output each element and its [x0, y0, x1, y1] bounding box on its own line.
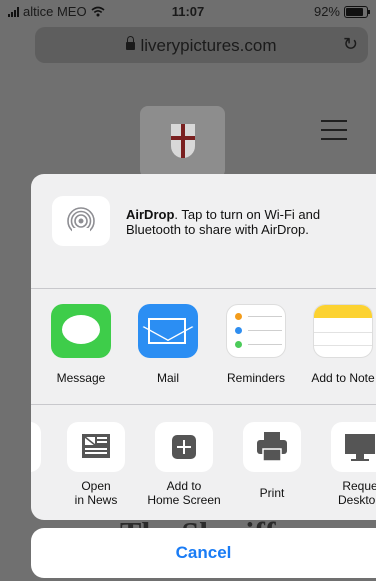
share-apps-row: Message Mail Reminders Add to Note	[31, 289, 376, 404]
mail-icon	[138, 304, 198, 358]
news-icon	[67, 422, 125, 472]
action-label-line1: Print	[259, 486, 285, 500]
share-app-reminders[interactable]: Reminders	[216, 304, 296, 385]
share-app-mail[interactable]: Mail	[128, 304, 208, 385]
app-label: Add to Note	[311, 371, 375, 385]
status-bar: altice MEO 11:07 92%	[0, 0, 376, 22]
action-label: Open in News	[56, 479, 136, 507]
partial-action-icon[interactable]	[31, 422, 41, 472]
app-label: Reminders	[226, 371, 286, 385]
share-app-message[interactable]: Message	[41, 304, 121, 385]
print-icon	[243, 422, 301, 472]
battery-fill	[346, 7, 363, 16]
action-label: Print	[232, 486, 312, 500]
action-request-desktop[interactable]: RequeDesktop	[320, 422, 376, 507]
url-bar[interactable]: liverypictures.com ↻	[35, 27, 368, 63]
action-open-in-news[interactable]: Open in News	[56, 422, 136, 507]
action-label-line2: Home Screen	[147, 493, 221, 507]
action-label-line2: in News	[74, 493, 118, 507]
url-domain: liverypictures.com	[140, 36, 277, 55]
battery-percent: 92%	[313, 4, 340, 19]
share-sheet: AirDrop. Tap to turn on Wi-Fi and Blueto…	[31, 174, 376, 520]
shield-icon	[171, 124, 195, 158]
action-label: Add to Home Screen	[144, 479, 224, 507]
action-label-line1: Add to	[166, 479, 202, 493]
action-label-line2: Desktop	[337, 493, 376, 507]
airdrop-text: AirDrop. Tap to turn on Wi-Fi and Blueto…	[126, 207, 351, 237]
message-icon	[51, 304, 111, 358]
crest-logo	[140, 106, 225, 178]
app-label: Message	[56, 371, 106, 385]
app-label: Mail	[156, 371, 179, 385]
status-right: 92%	[313, 4, 370, 19]
action-print[interactable]: Print	[232, 422, 312, 500]
airdrop-row[interactable]: AirDrop. Tap to turn on Wi-Fi and Blueto…	[31, 174, 376, 288]
cancel-button[interactable]: Cancel	[31, 528, 376, 578]
share-actions-row: Open in News Add to Home Screen Print Re…	[31, 405, 376, 520]
action-label-line1: Reque	[342, 479, 376, 493]
action-label: RequeDesktop	[320, 479, 376, 507]
reminders-icon	[226, 304, 286, 358]
airdrop-title: AirDrop	[126, 207, 175, 222]
desktop-icon	[331, 422, 376, 472]
battery-icon	[344, 5, 370, 18]
airdrop-icon	[52, 196, 110, 246]
hamburger-menu-icon[interactable]	[321, 120, 347, 147]
share-app-notes[interactable]: Add to Note	[303, 304, 376, 385]
add-icon	[155, 422, 213, 472]
action-add-to-home-screen[interactable]: Add to Home Screen	[144, 422, 224, 507]
lock-icon	[126, 36, 136, 50]
action-label-line1: Open	[81, 479, 111, 493]
notes-icon	[313, 304, 373, 358]
reload-icon[interactable]: ↻	[343, 34, 358, 55]
